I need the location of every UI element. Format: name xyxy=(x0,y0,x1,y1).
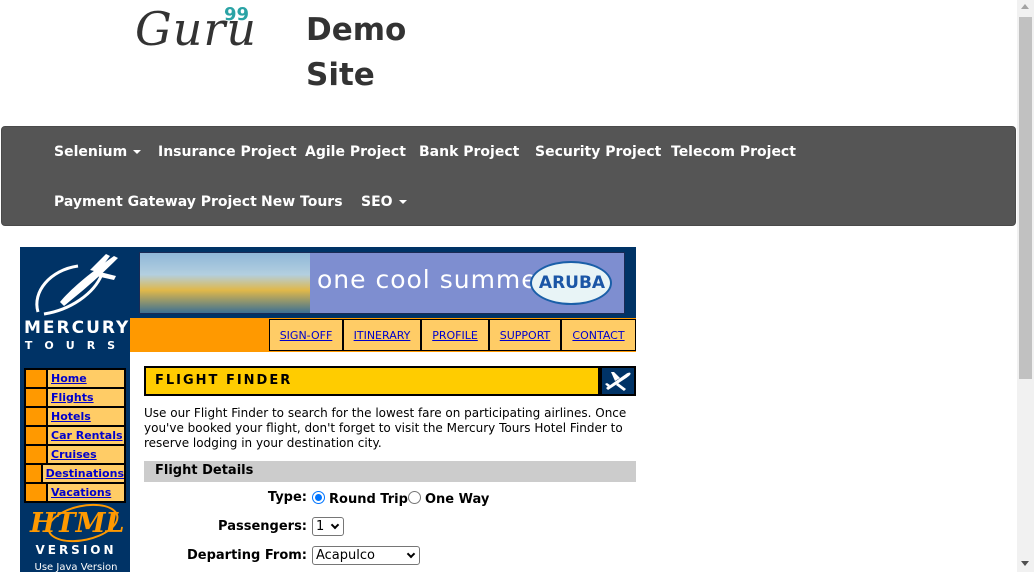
departing-from-label: Departing From: xyxy=(187,548,307,563)
one-way-radio[interactable] xyxy=(408,491,421,504)
side-menu-hotels[interactable]: Hotels xyxy=(47,407,125,426)
side-menu-item[interactable]: Flights xyxy=(25,388,125,407)
round-trip-label[interactable]: Round Trip xyxy=(329,492,408,507)
scroll-down-arrow-icon[interactable] xyxy=(1021,561,1029,566)
html-version-badge: HTML xyxy=(30,508,125,539)
scrollbar-thumb[interactable] xyxy=(1019,17,1032,379)
departing-from-value: Acapulco xyxy=(316,548,375,563)
side-menu-cruises[interactable]: Cruises xyxy=(47,445,125,464)
flight-details-heading: Flight Details xyxy=(155,463,254,478)
side-menu-item[interactable]: Car Rentals xyxy=(25,426,125,445)
side-menu-vacations[interactable]: Vacations xyxy=(47,483,125,502)
nav-agile-project[interactable]: Agile Project xyxy=(305,144,406,160)
nav-bank-project[interactable]: Bank Project xyxy=(419,144,519,160)
caret-down-icon xyxy=(398,200,407,204)
type-label: Type: xyxy=(267,490,307,505)
side-menu-item[interactable]: Hotels xyxy=(25,407,125,426)
link-contact[interactable]: CONTACT xyxy=(561,319,636,351)
side-menu-car-rentals[interactable]: Car Rentals xyxy=(47,426,125,445)
brand-mercury: MERCURY xyxy=(24,318,131,338)
scroll-up-arrow-icon[interactable] xyxy=(1021,4,1029,9)
passengers-select[interactable]: 1 xyxy=(312,517,344,536)
menu-bullet xyxy=(25,483,47,502)
site-title: Demo Site xyxy=(306,12,407,93)
round-trip-radio[interactable] xyxy=(312,491,325,504)
nav-security-project[interactable]: Security Project xyxy=(535,144,661,160)
banner-photo xyxy=(140,253,310,313)
flight-finder-title: FLIGHT FINDER xyxy=(155,373,293,388)
nav-insurance-project[interactable]: Insurance Project xyxy=(158,144,297,160)
side-menu-home[interactable]: Home xyxy=(47,369,125,388)
logo-superscript: 99 xyxy=(224,4,250,25)
passengers-value: 1 xyxy=(316,519,325,534)
caret-down-icon xyxy=(133,150,142,154)
nav-seo-label: SEO xyxy=(361,194,393,210)
flight-finder-icon-box xyxy=(600,366,636,396)
passengers-label: Passengers: xyxy=(218,519,307,534)
flight-finder-intro: Use our Flight Finder to search for the … xyxy=(144,406,627,450)
side-menu-item[interactable]: Vacations xyxy=(25,483,125,502)
menu-bullet xyxy=(25,464,42,483)
side-menu-flights[interactable]: Flights xyxy=(47,388,125,407)
menu-bullet xyxy=(25,388,47,407)
brand-tours: TOURS xyxy=(24,339,128,352)
banner-text: one cool summer xyxy=(317,265,549,294)
navbar: Selenium Insurance Project Agile Project… xyxy=(1,126,1016,226)
side-menu: Home Flights Hotels Car Rentals Cruises … xyxy=(24,368,126,503)
nav-telecom-project[interactable]: Telecom Project xyxy=(671,144,796,160)
version-label: VERSION xyxy=(35,543,117,557)
link-itinerary[interactable]: ITINERARY xyxy=(343,319,421,351)
mercury-plane-logo-icon xyxy=(35,254,118,316)
nav-selenium-label: Selenium xyxy=(54,144,128,160)
java-version-link[interactable]: Use Java Version xyxy=(24,562,128,573)
nav-seo[interactable]: SEO xyxy=(361,194,407,210)
link-profile[interactable]: PROFILE xyxy=(421,319,489,351)
nav-selenium[interactable]: Selenium xyxy=(54,144,142,160)
nav-new-tours[interactable]: New Tours xyxy=(261,194,343,210)
link-sign-off[interactable]: SIGN-OFF xyxy=(269,319,343,351)
airplane-icon xyxy=(605,372,631,391)
link-support[interactable]: SUPPORT xyxy=(489,319,561,351)
side-menu-item[interactable]: Cruises xyxy=(25,445,125,464)
chevron-down-icon xyxy=(406,549,416,559)
side-menu-destinations[interactable]: Destinations xyxy=(41,464,125,483)
aruba-logo-text: ARUBA xyxy=(538,273,606,293)
chevron-down-icon xyxy=(330,520,340,530)
one-way-label[interactable]: One Way xyxy=(425,492,489,507)
menu-bullet xyxy=(25,426,47,445)
menu-bullet xyxy=(25,407,47,426)
side-menu-item[interactable]: Destinations xyxy=(25,464,125,483)
side-menu-item[interactable]: Home xyxy=(25,369,125,388)
departing-from-select[interactable]: Acapulco xyxy=(312,546,420,565)
banner-ad[interactable]: one cool summer ARUBA xyxy=(139,252,625,314)
menu-bullet xyxy=(25,445,47,464)
nav-payment-gateway-project[interactable]: Payment Gateway Project xyxy=(54,194,257,210)
menu-bullet xyxy=(25,369,47,388)
